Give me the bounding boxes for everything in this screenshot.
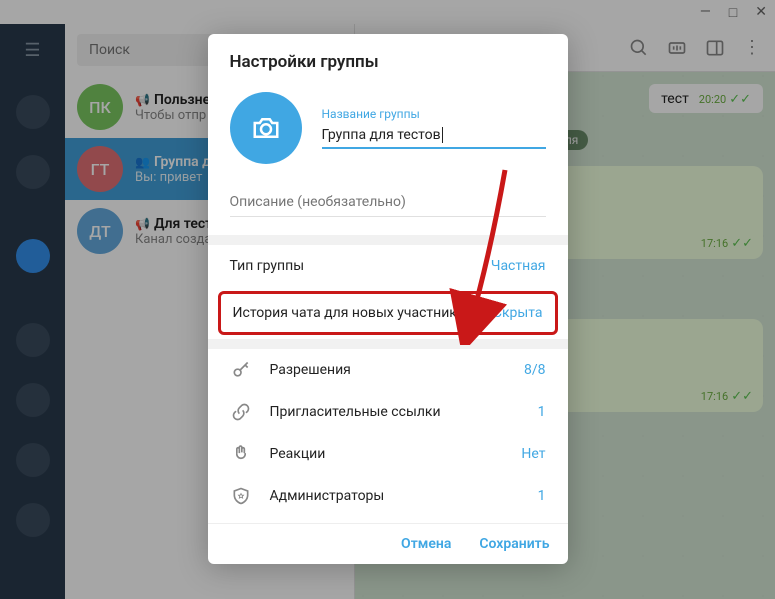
row-label: Администраторы: [270, 488, 520, 504]
invite-links-row[interactable]: Пригласительные ссылки 1: [208, 391, 568, 433]
group-photo-button[interactable]: [230, 92, 302, 164]
wave-icon: [230, 444, 252, 464]
modal-title: Настройки группы: [208, 34, 568, 82]
row-label: Разрешения: [270, 362, 506, 378]
administrators-row[interactable]: Администраторы 1: [208, 475, 568, 517]
option-value: Скрыта: [493, 305, 543, 321]
row-value: Нет: [521, 446, 545, 462]
group-name-label: Название группы: [322, 107, 546, 121]
option-label: Тип группы: [230, 258, 305, 274]
reactions-row[interactable]: Реакции Нет: [208, 433, 568, 475]
highlighted-history-row: История чата для новых участников Скрыта: [218, 291, 558, 335]
camera-icon: [251, 113, 281, 143]
row-label: Пригласительные ссылки: [270, 404, 520, 420]
option-value: Частная: [491, 258, 546, 274]
group-type-row[interactable]: Тип группы Частная: [208, 245, 568, 287]
group-name-input[interactable]: Группа для тестов: [322, 123, 546, 149]
row-value: 1: [538, 488, 546, 504]
modal-overlay[interactable]: Настройки группы Название группы Группа …: [0, 0, 775, 599]
permissions-row[interactable]: Разрешения 8/8: [208, 349, 568, 391]
chat-history-row[interactable]: История чата для новых участников Скрыта: [221, 294, 555, 332]
row-value: 1: [538, 404, 546, 420]
group-description-input[interactable]: [230, 188, 546, 217]
option-label: История чата для новых участников: [233, 305, 473, 321]
row-label: Реакции: [270, 446, 504, 462]
row-value: 8/8: [524, 362, 546, 378]
key-icon: [230, 360, 252, 380]
save-button[interactable]: Сохранить: [479, 536, 549, 552]
section-divider: [208, 235, 568, 245]
section-divider: [208, 339, 568, 349]
shield-star-icon: [230, 486, 252, 506]
cancel-button[interactable]: Отмена: [401, 536, 451, 552]
group-settings-modal: Настройки группы Название группы Группа …: [208, 34, 568, 564]
link-icon: [230, 402, 252, 422]
